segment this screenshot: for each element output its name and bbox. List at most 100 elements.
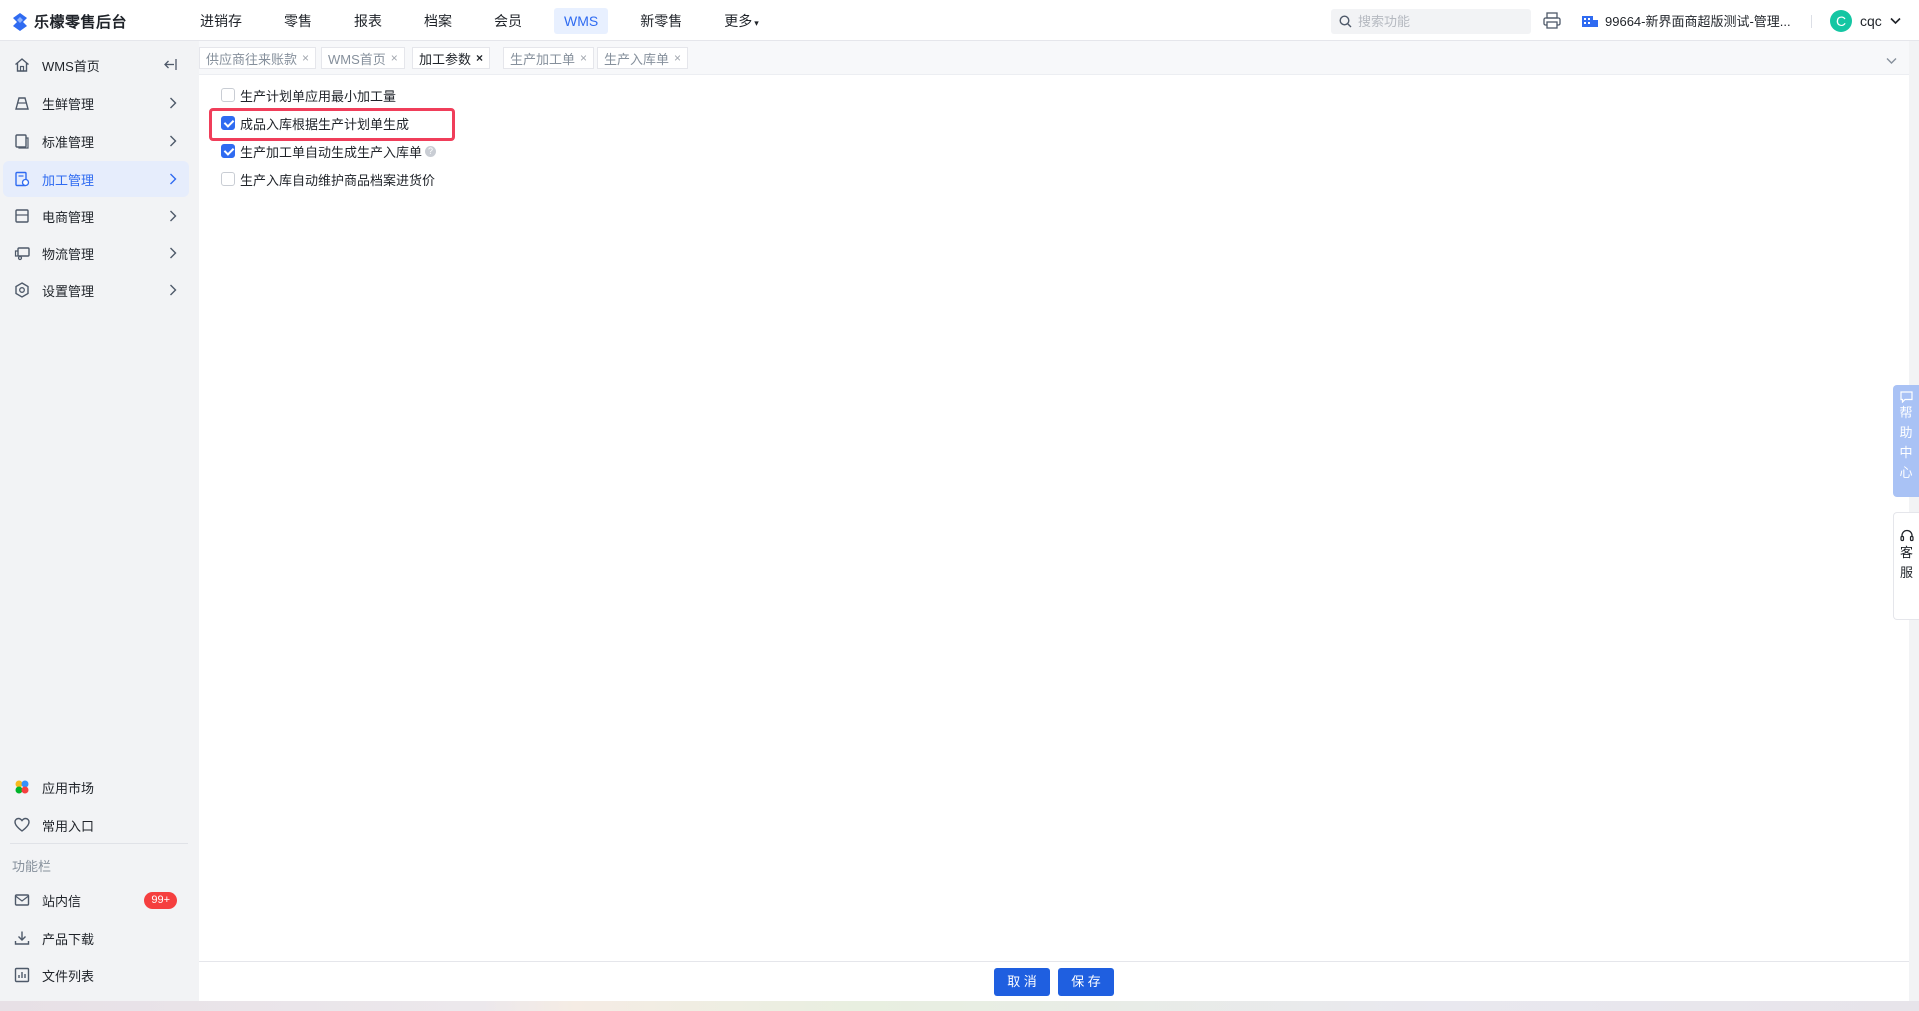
nav-jinxiaocun[interactable]: 进销存 xyxy=(190,8,252,34)
nav-more-label: 更多 xyxy=(724,12,753,29)
collapse-icon xyxy=(164,59,177,70)
unread-badge: 99+ xyxy=(144,892,177,909)
user-name: cqc xyxy=(1860,13,1882,29)
store-icon xyxy=(1582,16,1598,27)
tab-production-inbound[interactable]: 生产入库单 × xyxy=(597,47,689,69)
chevron-right-icon xyxy=(169,283,177,299)
option-min-process-qty[interactable]: 生产计划单应用最小加工量 xyxy=(221,85,396,105)
store-selector[interactable]: 99664-新界面商超版测试-管理... xyxy=(1581,11,1791,30)
customer-service-button[interactable]: 客 服 xyxy=(1893,512,1919,620)
app-logo[interactable]: 乐檬零售后台 xyxy=(12,11,127,32)
nav-retail[interactable]: 零售 xyxy=(274,8,322,34)
search-input[interactable] xyxy=(1358,14,1518,29)
download-icon xyxy=(14,931,30,945)
tab-wms-home[interactable]: WMS首页 × xyxy=(321,47,405,69)
chevron-right-icon xyxy=(169,246,177,262)
search-icon xyxy=(1339,15,1352,28)
tab-label: 供应商往来账款 xyxy=(206,51,298,67)
sidebar-item-label: 电商管理 xyxy=(42,209,95,225)
option-auto-maintain-cost[interactable]: 生产入库自动维护商品档案进货价 xyxy=(221,169,435,189)
tabs-more-button[interactable] xyxy=(1886,52,1897,68)
option-inbound-from-plan[interactable]: 成品入库根据生产计划单生成 xyxy=(221,113,409,133)
auto-maintain-cost-checkbox[interactable] xyxy=(221,172,235,186)
sidebar-divider xyxy=(10,843,188,844)
nav-archive[interactable]: 档案 xyxy=(414,8,462,34)
sidebar-item-label: 生鲜管理 xyxy=(42,96,95,112)
sidebar-item-favorites[interactable]: 常用入口 xyxy=(3,807,189,843)
app-market-icon xyxy=(15,780,29,794)
close-icon[interactable]: × xyxy=(302,51,309,65)
avatar: C xyxy=(1830,10,1852,32)
truck-icon xyxy=(14,247,30,261)
nav-new-retail[interactable]: 新零售 xyxy=(630,8,692,34)
sidebar-item-label: 站内信 xyxy=(42,893,82,909)
option-auto-generate-inbound[interactable]: 生产加工单自动生成生产入库单 ? xyxy=(221,141,437,161)
chat-icon xyxy=(1899,391,1913,403)
user-menu[interactable]: C cqc xyxy=(1830,10,1901,32)
close-icon[interactable]: × xyxy=(674,51,681,65)
chevron-right-icon xyxy=(169,209,177,225)
app-title: 乐檬零售后台 xyxy=(34,14,128,31)
sidebar-item-messages[interactable]: 站内信 99+ xyxy=(3,882,189,918)
tab-label: 生产入库单 xyxy=(604,51,670,67)
help-center-char: 帮 xyxy=(1899,405,1913,420)
option-label: 生产加工单自动生成生产入库单 xyxy=(240,144,423,160)
nav-more[interactable]: 更多 ▾ xyxy=(714,8,769,34)
nav-reports[interactable]: 报表 xyxy=(344,8,392,34)
printer-button[interactable] xyxy=(1543,12,1561,32)
sidebar-item-fresh[interactable]: 生鲜管理 xyxy=(3,85,189,121)
file-list-icon xyxy=(14,967,30,983)
close-icon[interactable]: × xyxy=(391,51,398,65)
sidebar-item-standard[interactable]: 标准管理 xyxy=(3,123,189,159)
help-center-char: 中 xyxy=(1899,445,1913,460)
sidebar-item-label: 标准管理 xyxy=(42,134,95,150)
mail-icon xyxy=(14,894,30,906)
sidebar-item-label: WMS首页 xyxy=(42,58,100,74)
chevron-right-icon xyxy=(169,172,177,188)
main-content: 供应商往来账款 × WMS首页 × 加工参数 × 生产加工单 × 生产入库单 × 生产计划… xyxy=(199,41,1909,1001)
sidebar-item-app-market[interactable]: 应用市场 xyxy=(3,769,189,805)
auto-generate-inbound-checkbox[interactable] xyxy=(221,144,235,158)
customer-service-char: 服 xyxy=(1899,565,1913,580)
chevron-right-icon xyxy=(169,134,177,150)
min-process-qty-checkbox[interactable] xyxy=(221,88,235,102)
standard-icon xyxy=(15,134,29,149)
cancel-button[interactable]: 取 消 xyxy=(994,968,1050,996)
tab-supplier-accounts[interactable]: 供应商往来账款 × xyxy=(199,47,317,69)
close-icon[interactable]: × xyxy=(580,51,587,65)
sidebar-item-ecommerce[interactable]: 电商管理 xyxy=(3,198,189,234)
bottom-strip xyxy=(0,1001,1919,1011)
settings-icon xyxy=(15,282,29,298)
sidebar-item-processing[interactable]: 加工管理 xyxy=(3,161,189,197)
sidebar-item-label: 产品下载 xyxy=(42,931,95,947)
chevron-down-icon xyxy=(1890,17,1901,25)
shop-icon xyxy=(15,209,29,223)
close-icon[interactable]: × xyxy=(476,51,483,65)
heart-icon xyxy=(14,817,30,832)
top-nav: 进销存 零售 报表 档案 会员 WMS 新零售 更多 ▾ xyxy=(190,0,791,41)
sidebar-item-label: 应用市场 xyxy=(42,780,95,796)
tab-processing-params[interactable]: 加工参数 × xyxy=(412,47,491,69)
fresh-icon xyxy=(15,97,29,110)
collapse-sidebar-button[interactable] xyxy=(164,58,177,74)
help-center-button[interactable]: 帮 助 中 心 xyxy=(1893,385,1919,497)
sidebar-item-file-list[interactable]: 文件列表 xyxy=(3,957,189,993)
headset-icon xyxy=(1899,529,1914,542)
nav-member[interactable]: 会员 xyxy=(484,8,532,34)
divider xyxy=(1811,15,1812,28)
sidebar-item-label: 设置管理 xyxy=(42,283,95,299)
help-icon[interactable]: ? xyxy=(425,145,437,157)
save-button[interactable]: 保 存 xyxy=(1058,968,1114,996)
nav-wms[interactable]: WMS xyxy=(554,7,609,34)
logo-icon xyxy=(13,12,27,31)
option-label: 生产计划单应用最小加工量 xyxy=(240,88,397,104)
sidebar-item-wms-home[interactable]: WMS首页 xyxy=(3,47,189,83)
search-box[interactable] xyxy=(1331,9,1531,34)
tab-production-order[interactable]: 生产加工单 × xyxy=(503,47,595,69)
sidebar-item-label: 加工管理 xyxy=(42,172,95,188)
inbound-from-plan-checkbox[interactable] xyxy=(221,116,235,130)
sidebar-item-downloads[interactable]: 产品下载 xyxy=(3,920,189,956)
sidebar-item-logistics[interactable]: 物流管理 xyxy=(3,235,189,271)
sidebar-item-settings[interactable]: 设置管理 xyxy=(3,272,189,308)
chevron-right-icon xyxy=(169,96,177,112)
